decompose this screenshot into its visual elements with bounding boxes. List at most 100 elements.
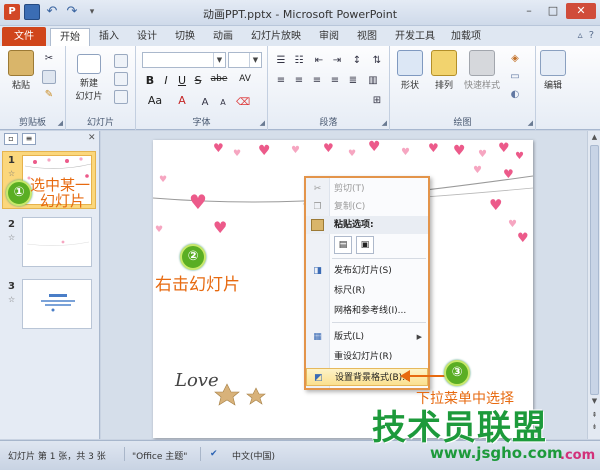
thumbnail-slide-3[interactable]: [22, 279, 92, 329]
paste-options-header: 粘贴选项:: [306, 216, 428, 234]
menu-item-copy[interactable]: ❐ 复制(C): [306, 198, 428, 216]
arrange-button[interactable]: 排列: [428, 50, 460, 91]
align-center-icon[interactable]: ≡: [292, 74, 306, 88]
chevron-down-icon: ▼: [213, 53, 225, 67]
new-slide-button[interactable]: 新建 幻灯片: [72, 50, 106, 102]
tab-home[interactable]: 开始: [50, 28, 90, 46]
heart-decoration: ♥: [323, 141, 334, 155]
status-theme[interactable]: "Office 主题": [132, 449, 187, 462]
pane-close-icon[interactable]: ✕: [88, 133, 96, 143]
tab-view[interactable]: 视图: [348, 28, 386, 46]
thumbnail-star-3: ☆: [8, 295, 16, 304]
tab-file[interactable]: 文件: [2, 27, 46, 46]
clipboard-group: 粘贴 ✂ ✎ 剪贴板 ◢: [0, 46, 66, 130]
menu-item-grid-guides[interactable]: 网格和参考线(I)...: [306, 302, 428, 320]
increase-indent-icon[interactable]: ⇥: [330, 54, 344, 68]
editing-button[interactable]: 编辑: [538, 50, 568, 91]
tab-slideshow[interactable]: 幻灯片放映: [242, 28, 310, 46]
quick-styles-button[interactable]: 快速样式: [460, 50, 504, 91]
underline-button[interactable]: U: [174, 74, 190, 87]
spellcheck-icon[interactable]: ✔: [210, 449, 218, 459]
ribbon-help-controls: ▵ ?: [578, 30, 594, 41]
justify-icon[interactable]: ≡: [328, 74, 342, 88]
maximize-button[interactable]: □: [542, 3, 564, 19]
align-right-icon[interactable]: ≡: [310, 74, 324, 88]
change-case-button[interactable]: Aa: [144, 94, 166, 107]
clipboard-launcher-icon[interactable]: ◢: [58, 119, 63, 127]
font-color-button[interactable]: A: [174, 94, 190, 107]
shrink-font-icon[interactable]: A: [216, 96, 230, 110]
menu-item-reset-slide[interactable]: 重设幻灯片(R): [306, 348, 428, 366]
shape-effects-icon[interactable]: ◐: [508, 88, 522, 102]
bold-button[interactable]: B: [142, 74, 158, 87]
heart-decoration: ♥: [428, 141, 439, 155]
tab-review[interactable]: 审阅: [310, 28, 348, 46]
strikethrough-button[interactable]: S: [190, 74, 206, 87]
distribute-icon[interactable]: ≣: [346, 74, 360, 88]
menu-item-ruler[interactable]: 标尺(R): [306, 282, 428, 300]
copy-icon[interactable]: [42, 70, 56, 84]
tab-developer[interactable]: 开发工具: [386, 28, 444, 46]
decrease-indent-icon[interactable]: ⇤: [312, 54, 326, 68]
section-icon[interactable]: [114, 90, 128, 104]
clear-format-icon[interactable]: ⌫: [236, 96, 250, 110]
tab-design[interactable]: 设计: [128, 28, 166, 46]
reset-icon[interactable]: [114, 72, 128, 86]
scroll-down-icon[interactable]: ▼: [588, 397, 600, 405]
status-language[interactable]: 中文(中国): [232, 449, 275, 462]
grow-font-icon[interactable]: A: [198, 96, 212, 110]
layout-icon[interactable]: [114, 54, 128, 68]
thumbnail-slide-2[interactable]: [22, 217, 92, 267]
shape-fill-icon[interactable]: ◈: [508, 52, 522, 66]
font-size-combo[interactable]: ▼: [228, 52, 262, 68]
paste-button[interactable]: 粘贴: [6, 50, 36, 91]
minimize-ribbon-icon[interactable]: ▵: [578, 30, 583, 41]
layout-icon: ▦: [313, 332, 322, 342]
step-2-text: 右击幻灯片: [155, 275, 240, 295]
close-button[interactable]: ✕: [566, 3, 596, 19]
menu-item-cut[interactable]: ✂ 剪切(T): [306, 180, 428, 198]
heart-decoration: ♥: [291, 145, 300, 156]
slides-tab-icon[interactable]: ▫: [4, 133, 18, 145]
drawing-launcher-icon[interactable]: ◢: [528, 119, 533, 127]
thumbnail-number-1: 1: [8, 155, 15, 166]
shape-outline-icon[interactable]: ▭: [508, 70, 522, 84]
drawing-group: 形状 排列 快速样式 ◈ ▭ ◐ 绘图 ◢: [390, 46, 536, 130]
previous-slide-icon[interactable]: ⇞: [588, 411, 600, 419]
tab-animations[interactable]: 动画: [204, 28, 242, 46]
next-slide-icon[interactable]: ⇟: [588, 423, 600, 431]
columns-icon[interactable]: ▥: [366, 74, 380, 88]
italic-button[interactable]: I: [158, 74, 174, 87]
help-icon[interactable]: ?: [589, 30, 594, 41]
tab-transitions[interactable]: 切换: [166, 28, 204, 46]
shadow-button[interactable]: abe: [208, 74, 230, 84]
vertical-scrollbar[interactable]: ▲ ▼ ⇞ ⇟: [587, 131, 600, 439]
paragraph-launcher-icon[interactable]: ◢: [382, 119, 387, 127]
menu-item-layout[interactable]: ▦ 版式(L) ▶: [306, 328, 428, 346]
scissors-icon: ✂: [313, 184, 322, 194]
line-spacing-icon[interactable]: ↕: [350, 54, 364, 68]
shapes-button[interactable]: 形状: [394, 50, 426, 91]
text-direction-icon[interactable]: ⇅: [370, 54, 384, 68]
context-menu: ✂ 剪切(T) ❐ 复制(C) 粘贴选项: ▤ ▣ ◨ 发布幻灯片(S) 标尺(R) …: [304, 176, 430, 390]
paste-keep-theme-button[interactable]: ▤: [334, 236, 352, 254]
minimize-button[interactable]: –: [518, 3, 540, 19]
outline-tab-icon[interactable]: ≡: [22, 133, 36, 145]
align-left-icon[interactable]: ≡: [274, 74, 288, 88]
tab-insert[interactable]: 插入: [90, 28, 128, 46]
paste-picture-button[interactable]: ▣: [356, 236, 374, 254]
heart-decoration: ♥: [517, 231, 529, 246]
cut-icon[interactable]: ✂: [42, 52, 56, 66]
bullets-icon[interactable]: ☰: [274, 54, 288, 68]
scroll-up-icon[interactable]: ▲: [588, 133, 600, 141]
font-name-combo[interactable]: ▼: [142, 52, 226, 68]
menu-item-publish-slides[interactable]: ◨ 发布幻灯片(S): [306, 262, 428, 280]
chevron-down-icon: ▼: [249, 53, 261, 67]
smartart-icon[interactable]: ⊞: [370, 94, 384, 108]
spacing-button[interactable]: AV: [234, 74, 256, 84]
format-painter-icon[interactable]: ✎: [42, 88, 56, 102]
tab-addins[interactable]: 加载项: [444, 28, 488, 46]
font-launcher-icon[interactable]: ◢: [260, 119, 265, 127]
numbering-icon[interactable]: ☷: [292, 54, 306, 68]
scroll-thumb[interactable]: [590, 145, 599, 395]
